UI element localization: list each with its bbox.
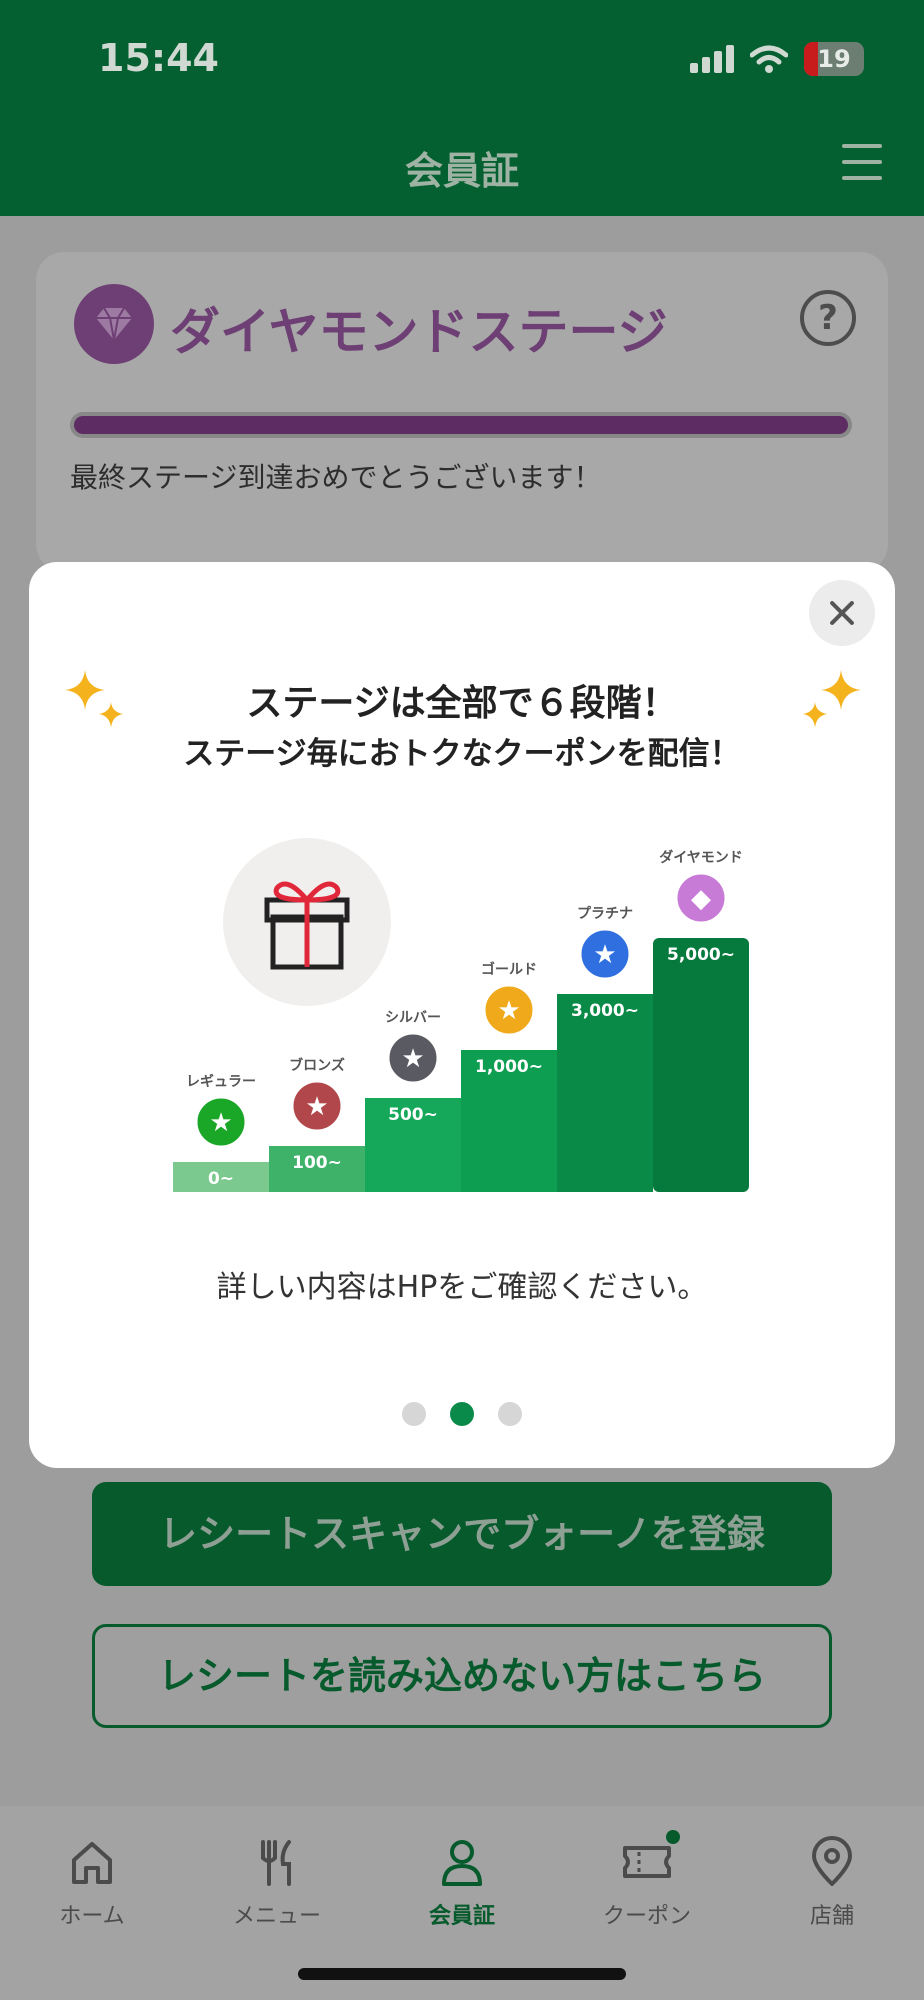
- nav-coupon[interactable]: クーポン: [572, 1830, 722, 1930]
- stage-name: ダイヤモンドステージ: [170, 303, 668, 361]
- stage-threshold-label: 500~: [388, 1105, 438, 1125]
- receipt-manual-button[interactable]: レシートを読み込めない方はこちら: [92, 1624, 832, 1728]
- stage-step: [557, 994, 653, 1192]
- star-icon: ★: [593, 940, 616, 970]
- stage-threshold-label: 3,000~: [571, 1001, 639, 1021]
- receipt-scan-button[interactable]: レシートスキャンでブォーノを登録: [92, 1482, 832, 1586]
- battery-icon: 19: [804, 42, 864, 76]
- pager-dot[interactable]: [450, 1402, 474, 1426]
- home-indicator: [298, 1968, 626, 1980]
- help-icon[interactable]: ?: [800, 290, 856, 346]
- stage-threshold-label: 0~: [208, 1169, 234, 1189]
- location-pin-icon: [812, 1836, 852, 1886]
- wifi-icon: [750, 45, 788, 73]
- star-icon: ★: [401, 1044, 424, 1074]
- stage-progress-bar: [70, 412, 852, 438]
- star-icon: ★: [209, 1108, 232, 1138]
- nav-member-card[interactable]: 会員証: [387, 1834, 537, 1930]
- fork-knife-icon: [261, 1840, 291, 1886]
- stage-name-label: ダイヤモンド: [659, 849, 743, 866]
- stage-message: 最終ステージ到達おめでとうございます！: [70, 461, 602, 494]
- close-icon[interactable]: [809, 580, 875, 646]
- nav-home[interactable]: ホーム: [17, 1834, 167, 1930]
- modal-subtitle: ステージ毎におトクなクーポンを配信！: [183, 736, 741, 772]
- page-title: 会員証: [404, 149, 519, 193]
- status-bar: 15:44 19: [0, 0, 924, 110]
- battery-level: 19: [817, 45, 851, 73]
- stage-info-modal: ステージは全部で６段階！ ステージ毎におトクなクーポンを配信！ 0~ ★ レギュラー…: [29, 562, 895, 1468]
- hamburger-menu-icon[interactable]: [842, 144, 882, 180]
- nav-label-menu: メニュー: [232, 1904, 321, 1929]
- status-icons: 19: [690, 42, 864, 76]
- stage-name-label: レギュラー: [186, 1073, 256, 1090]
- stage-threshold-label: 100~: [292, 1153, 342, 1173]
- stage-step: [653, 938, 749, 1192]
- status-time: 15:44: [98, 36, 219, 80]
- nav-label-home: ホーム: [59, 1904, 125, 1929]
- stage-name-label: ブロンズ: [289, 1057, 345, 1074]
- star-icon: ★: [497, 996, 520, 1026]
- star-icon: ★: [305, 1092, 328, 1122]
- signal-icon: [690, 45, 734, 73]
- home-icon: [72, 1842, 112, 1884]
- stage-threshold-label: 1,000~: [475, 1057, 543, 1077]
- ticket-icon: [623, 1846, 671, 1878]
- stage-card: ダイヤモンドステージ ? 最終ステージ到達おめでとうございます！: [36, 252, 888, 572]
- gem-icon: ◆: [691, 884, 711, 914]
- notification-dot: [666, 1830, 680, 1844]
- stage-threshold-label: 5,000~: [667, 945, 735, 965]
- stage-name-label: ゴールド: [481, 961, 537, 978]
- stage-name-label: プラチナ: [577, 906, 633, 922]
- pager-dot[interactable]: [498, 1402, 522, 1426]
- stage-steps-graphic: 0~ ★ レギュラー 100~ ★ ブロンズ 500~ ★ シルバー 1,000~ ★ ゴールド 3,0…: [173, 838, 749, 1192]
- modal-note: 詳しい内容はHPをご確認ください。: [216, 1270, 708, 1305]
- stage-name-label: シルバー: [385, 1010, 441, 1026]
- gift-icon: [223, 838, 391, 1006]
- pager-dots: [29, 1402, 895, 1426]
- nav-store[interactable]: 店舗: [757, 1834, 907, 1930]
- nav-label-coupon: クーポン: [602, 1904, 691, 1929]
- nav-label-member-card: 会員証: [428, 1904, 495, 1929]
- pager-dot[interactable]: [402, 1402, 426, 1426]
- nav-menu[interactable]: メニュー: [202, 1834, 352, 1930]
- modal-title: ステージは全部で６段階！: [246, 683, 678, 724]
- stage-progress-fill: [74, 416, 848, 434]
- person-icon: [442, 1840, 482, 1886]
- nav-label-store: 店舗: [809, 1904, 854, 1929]
- app-header: 会員証: [0, 110, 924, 216]
- diamond-gem-icon: [74, 284, 154, 364]
